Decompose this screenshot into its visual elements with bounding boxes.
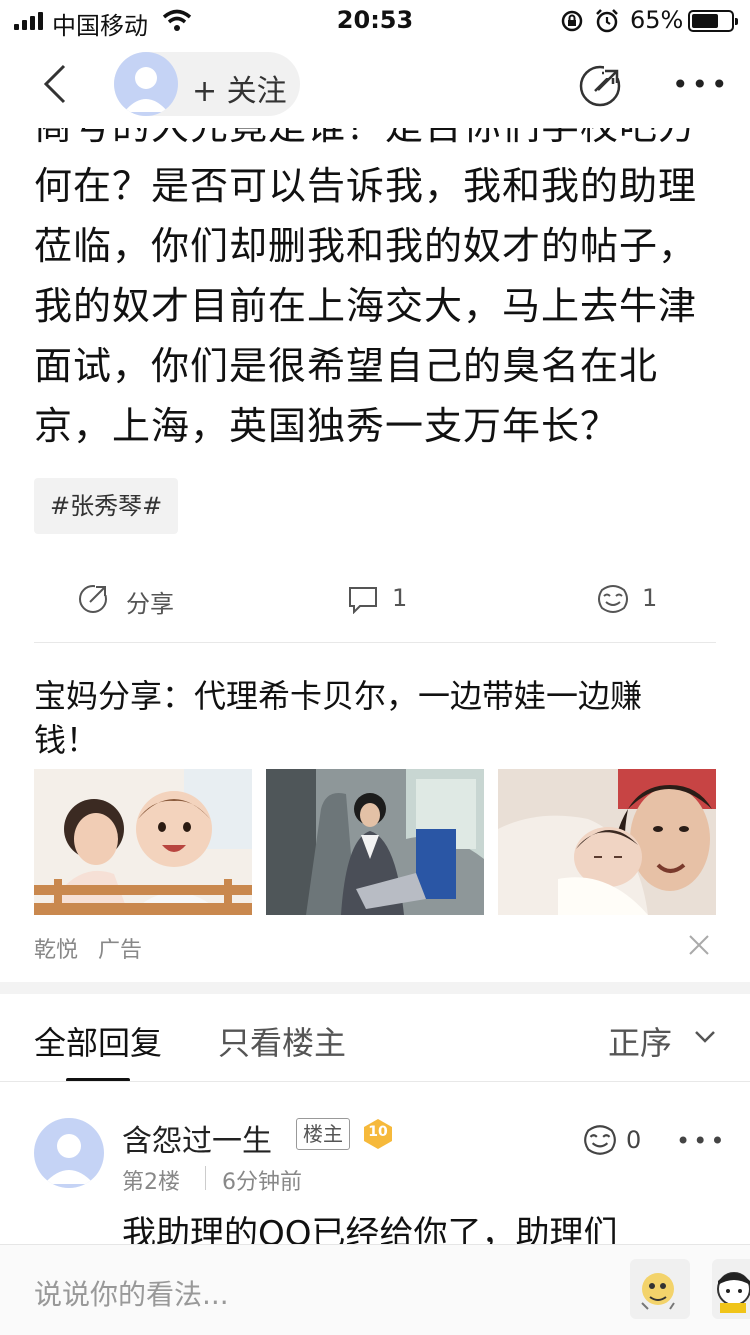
default-avatar-icon bbox=[44, 1134, 94, 1184]
level-badge: 10 bbox=[362, 1118, 394, 1150]
share-action[interactable]: 分享 bbox=[78, 584, 198, 618]
commenter-name[interactable]: 含怨过一生 bbox=[122, 1116, 272, 1160]
commenter-avatar[interactable] bbox=[34, 1118, 104, 1188]
ad-image-mother-newborn[interactable] bbox=[498, 769, 716, 915]
reply-input[interactable]: 说说你的看法... bbox=[34, 1273, 229, 1313]
ad-title[interactable]: 宝妈分享：代理希卡贝尔，一边带娃一边赚钱！ bbox=[34, 674, 674, 762]
post-line: 我的奴才目前在上海交大，马上去牛津 bbox=[34, 284, 698, 328]
tab-all-replies[interactable]: 全部回复 bbox=[34, 1018, 162, 1064]
post-line: 面试，你们是很希望自己的臭名在北 bbox=[34, 344, 659, 388]
post-body: 商号的大先竟是谁？是否你们学校吧方 何在？是否可以告诉我，我和我的助理 莅临，你… bbox=[34, 128, 724, 456]
post-line: 京，上海，英国独秀一支万年长？ bbox=[34, 404, 620, 448]
top-nav: + 关注 ••• bbox=[0, 42, 750, 128]
comment-count: 1 bbox=[392, 584, 408, 612]
ad-label: 广告 bbox=[98, 938, 143, 963]
more-options-icon[interactable]: ••• bbox=[672, 71, 731, 99]
default-avatar-icon bbox=[124, 67, 168, 112]
reply-bar: 说说你的看法... bbox=[0, 1244, 750, 1335]
ad-image-mother-baby[interactable] bbox=[34, 769, 252, 915]
divider bbox=[0, 1081, 750, 1082]
battery-icon bbox=[688, 10, 738, 32]
comment-more-icon[interactable]: ••• bbox=[676, 1129, 727, 1153]
sort-label: 正序 bbox=[608, 1024, 673, 1062]
op-badge: 楼主 bbox=[296, 1118, 350, 1150]
sticker-button[interactable] bbox=[630, 1259, 690, 1319]
chevron-down-icon bbox=[695, 1031, 715, 1043]
sticker-icon bbox=[717, 1272, 750, 1313]
comment-action[interactable]: 1 bbox=[348, 584, 428, 616]
section-gap bbox=[0, 982, 750, 994]
share-icon[interactable] bbox=[578, 64, 622, 108]
rotation-lock-icon bbox=[561, 10, 583, 32]
divider bbox=[34, 642, 716, 643]
share-icon bbox=[79, 584, 108, 613]
ad-image-woman-laptop[interactable] bbox=[266, 769, 484, 915]
share-label: 分享 bbox=[126, 590, 174, 618]
back-icon[interactable] bbox=[36, 64, 76, 104]
sticker-button[interactable] bbox=[712, 1259, 750, 1319]
like-count: 1 bbox=[642, 584, 658, 612]
post-content-area: 商号的大先竟是谁？是否你们学校吧方 何在？是否可以告诉我，我和我的助理 莅临，你… bbox=[0, 128, 750, 528]
floor-number: 第2楼 bbox=[122, 1170, 180, 1195]
comment-like-count: 0 bbox=[626, 1126, 642, 1154]
topic-tag[interactable]: #张秀琴# bbox=[34, 478, 179, 534]
comment-text-clip: 我助理的QQ已经给你了，助理们 bbox=[0, 1196, 750, 1244]
comment-like-action[interactable]: 0 bbox=[582, 1124, 652, 1158]
follow-label: + 关注 bbox=[192, 74, 287, 109]
post-line: 商号的大先竟是谁？是否你们学校吧方 bbox=[34, 128, 724, 156]
follow-button[interactable]: + 关注 bbox=[114, 52, 300, 116]
comment-icon bbox=[349, 587, 377, 614]
post-line: 莅临，你们却删我和我的奴才的帖子， bbox=[34, 224, 698, 268]
tab-op-only[interactable]: 只看楼主 bbox=[218, 1018, 346, 1064]
comment-time: 6分钟前 bbox=[222, 1170, 302, 1195]
battery-percent: 65% bbox=[630, 6, 684, 34]
level-number: 10 bbox=[368, 1124, 388, 1140]
close-icon[interactable] bbox=[686, 932, 712, 958]
comment-text: 我助理的QQ已经给你了，助理们 bbox=[122, 1214, 618, 1244]
post-line: 何在？是否可以告诉我，我和我的助理 bbox=[34, 164, 698, 208]
author-avatar[interactable] bbox=[114, 52, 178, 116]
sort-dropdown[interactable]: 正序 bbox=[608, 1018, 718, 1062]
like-face-icon bbox=[598, 585, 628, 613]
status-bar: 中国移动 20:53 65% bbox=[0, 0, 750, 42]
ad-source: 乾悦 bbox=[34, 938, 79, 963]
meta-separator bbox=[205, 1166, 206, 1190]
reply-tabs: 全部回复 只看楼主 正序 bbox=[0, 994, 750, 1082]
like-action[interactable]: 1 bbox=[596, 584, 676, 616]
alarm-icon bbox=[596, 9, 618, 33]
like-face-icon bbox=[584, 1125, 616, 1155]
sticker-icon bbox=[641, 1273, 675, 1310]
